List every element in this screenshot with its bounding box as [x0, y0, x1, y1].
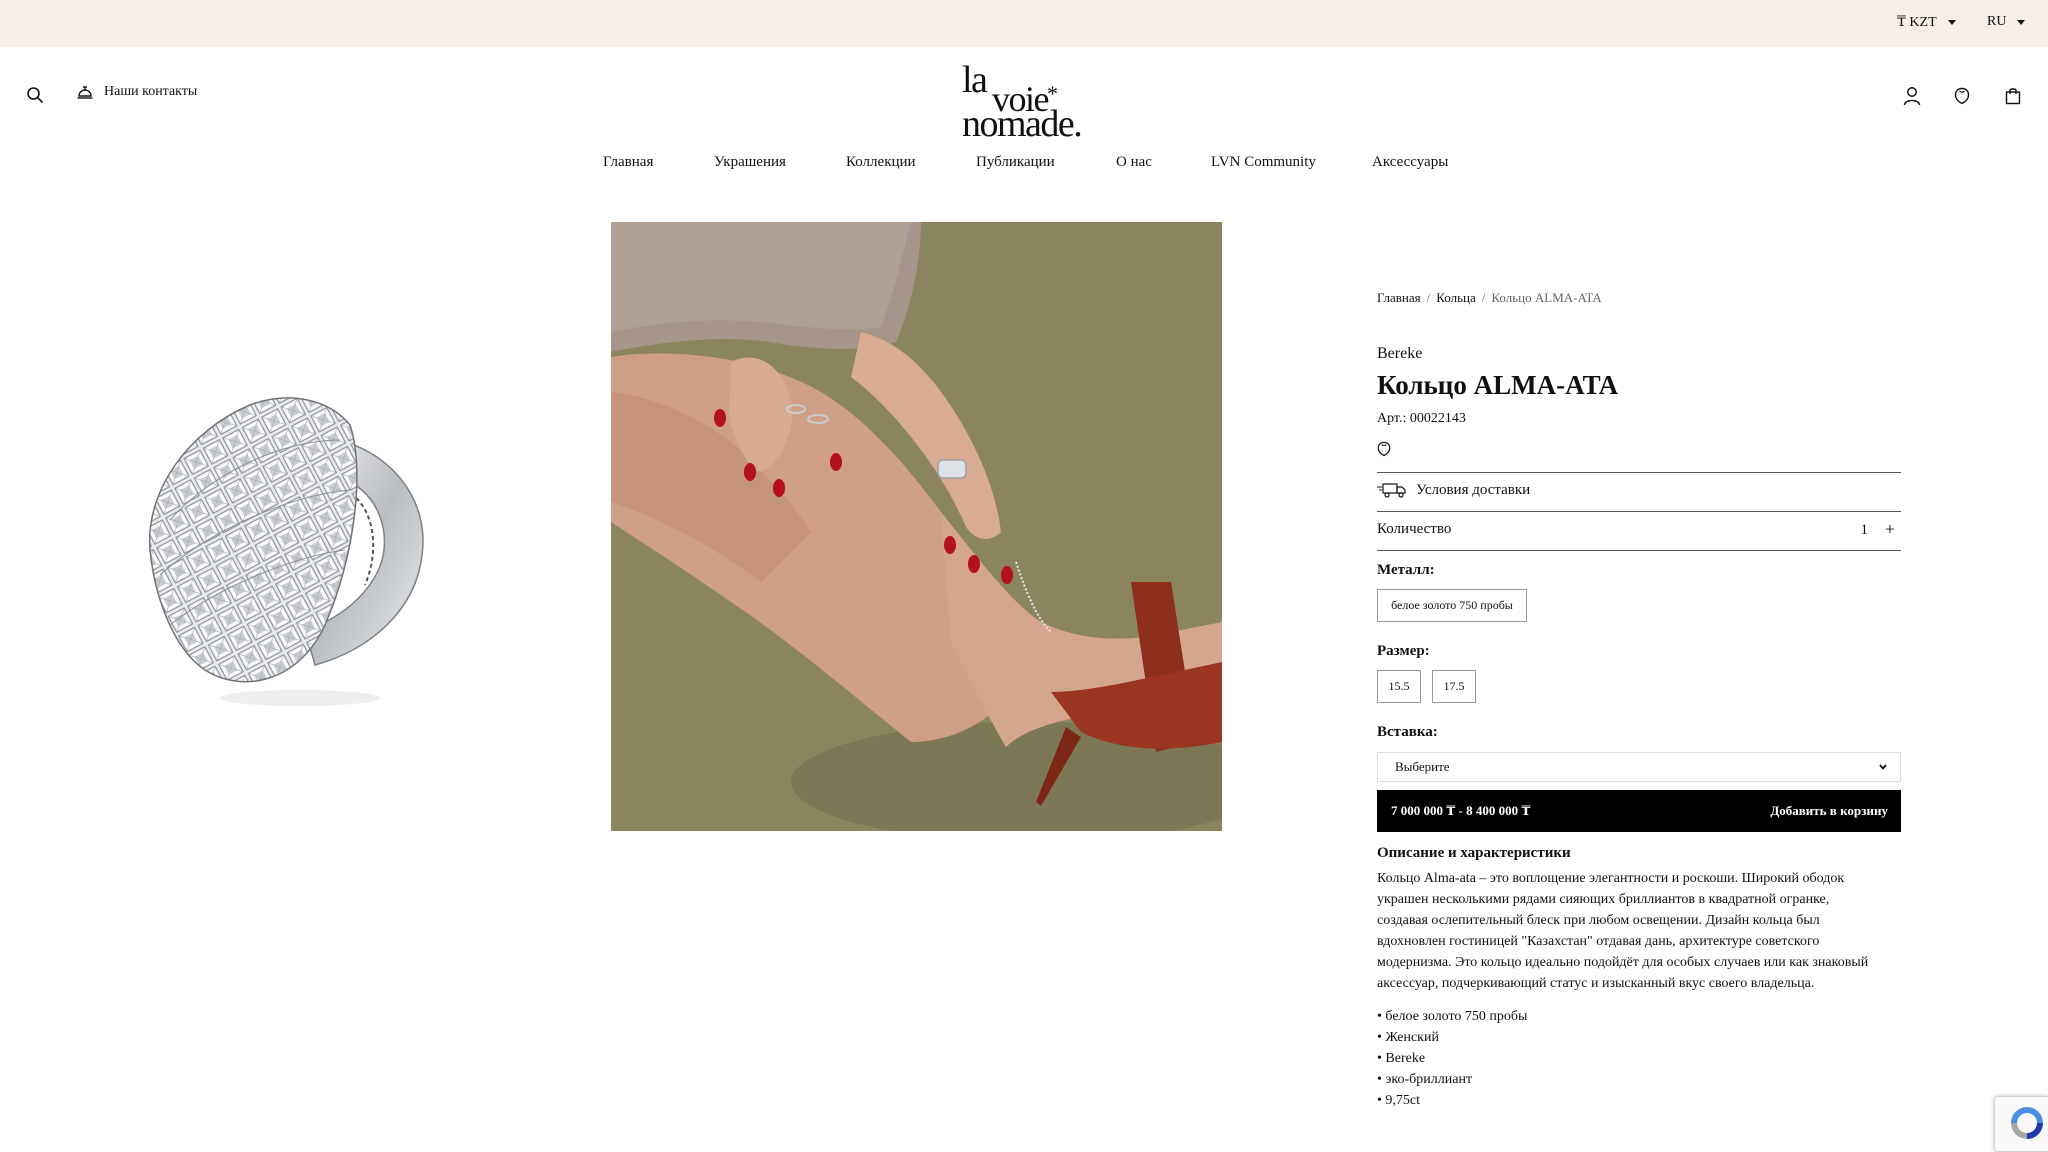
logo[interactable]: la voie * nomade. [958, 57, 1083, 143]
product-info-panel: Главная / Кольца / Кольцо ALMA-ATA Berek… [1377, 290, 1901, 1108]
contacts-label: Наши контакты [104, 84, 198, 99]
logo-star: * [1047, 81, 1058, 106]
nav-item-publications[interactable]: Публикации [976, 154, 1055, 171]
delivery-terms-link[interactable]: Условия доставки [1377, 481, 1530, 499]
divider [1377, 550, 1901, 551]
top-bar: ₸ KZT RU [0, 0, 2048, 47]
size-option[interactable]: 15.5 [1377, 670, 1421, 703]
insert-select-value: Выберите [1395, 759, 1450, 774]
reception-bell-icon [77, 86, 93, 99]
description-line: вдохновлен гостиницей "Казахстан" отдава… [1377, 934, 1820, 949]
divider [1377, 472, 1901, 473]
breadcrumb: Главная / Кольца / Кольцо ALMA-ATA [1377, 290, 1901, 306]
breadcrumb-separator: / [1481, 290, 1486, 305]
breadcrumb-separator: / [1426, 290, 1431, 305]
metal-label: Металл: [1377, 562, 1435, 578]
nav-item-community[interactable]: LVN Community [1211, 154, 1316, 171]
quantity-increase-button[interactable]: + [1885, 519, 1895, 540]
add-to-wishlist-icon[interactable] [1377, 441, 1391, 462]
language-selector[interactable]: RU [1987, 14, 2026, 30]
insert-label: Вставка: [1377, 724, 1438, 740]
quantity-value[interactable]: 1 [1861, 522, 1869, 539]
description-line: Кольцо Alma-ata – это воплощение элегант… [1377, 871, 1845, 886]
nav-item-jewelry[interactable]: Украшения [714, 154, 786, 171]
product-image-lifestyle[interactable] [611, 222, 1222, 831]
product-image-ring[interactable] [140, 380, 440, 720]
product-sku: Арт.: 00022143 [1377, 411, 1466, 426]
nav-item-about[interactable]: О нас [1116, 154, 1152, 171]
currency-label: ₸ KZT [1897, 15, 1937, 30]
main-nav: Главная Украшения Коллекции Публикации О… [0, 154, 2048, 178]
nav-item-accessories[interactable]: Аксессуары [1372, 154, 1448, 171]
quantity-label: Количество [1377, 521, 1452, 537]
add-to-cart-button[interactable]: 7 000 000 ₸ - 8 400 000 ₸ Добавить в кор… [1377, 790, 1901, 832]
list-item: белое золото 750 пробы [1377, 1006, 1527, 1027]
insert-select[interactable]: Выберите [1377, 752, 1901, 782]
description-line: аксессуар, подчеркивающий статус и изыск… [1377, 976, 1815, 991]
description-line: модернизма. Это кольцо идеально подойдёт… [1377, 955, 1869, 970]
breadcrumb-category[interactable]: Кольца [1436, 290, 1476, 306]
delivery-label: Условия доставки [1416, 481, 1531, 498]
nav-item-home[interactable]: Главная [603, 154, 653, 171]
delivery-truck-icon [1377, 483, 1406, 498]
account-icon[interactable] [1900, 84, 1924, 108]
price-range: 7 000 000 ₸ - 8 400 000 ₸ [1391, 803, 1531, 818]
list-item: 9,75ct [1377, 1090, 1527, 1111]
product-brand[interactable]: Bereke [1377, 345, 1422, 363]
logo-text: nomade. [962, 103, 1083, 145]
metal-option[interactable]: белое золото 750 пробы [1377, 589, 1527, 622]
description-line: украшен несколькими рядами сияющих брилл… [1377, 892, 1830, 907]
logo-text: la [962, 59, 988, 101]
nav-item-collections[interactable]: Коллекции [846, 154, 916, 171]
chevron-down-icon [1947, 20, 1956, 25]
chevron-down-icon [1879, 764, 1887, 770]
description-title: Описание и характеристики [1377, 845, 1571, 861]
contacts-link[interactable]: Наши контакты [76, 83, 197, 101]
quantity-stepper: Количество 1 + [1377, 519, 1901, 540]
description-line: создавая ослепительный блеск при любом о… [1377, 913, 1820, 928]
currency-selector[interactable]: ₸ KZT [1897, 14, 1956, 31]
description-text: Кольцо Alma-ata – это воплощение элегант… [1377, 868, 1901, 994]
wishlist-icon[interactable] [1950, 84, 1974, 108]
list-item: эко-бриллиант [1377, 1069, 1527, 1090]
site-header: Наши контакты la voie * nomade. [0, 47, 2048, 147]
size-label: Размер: [1377, 643, 1430, 659]
spec-list: белое золото 750 пробы Женский Bereke эк… [1377, 1006, 1527, 1111]
recaptcha-icon [2011, 1107, 2043, 1139]
add-to-cart-label: Добавить в корзину [1770, 803, 1888, 818]
cart-icon[interactable] [2001, 84, 2025, 108]
chevron-down-icon [2017, 19, 2026, 25]
breadcrumb-current: Кольцо ALMA-ATA [1491, 290, 1602, 305]
product-title: Кольцо ALMA-ATA [1377, 370, 1619, 400]
language-label: RU [1987, 14, 2007, 29]
size-option[interactable]: 17.5 [1432, 670, 1476, 703]
breadcrumb-home[interactable]: Главная [1377, 290, 1421, 306]
search-icon[interactable] [24, 84, 46, 106]
list-item: Bereke [1377, 1048, 1527, 1069]
recaptcha-badge[interactable] [1994, 1096, 2048, 1152]
list-item: Женский [1377, 1027, 1527, 1048]
divider [1377, 511, 1901, 512]
